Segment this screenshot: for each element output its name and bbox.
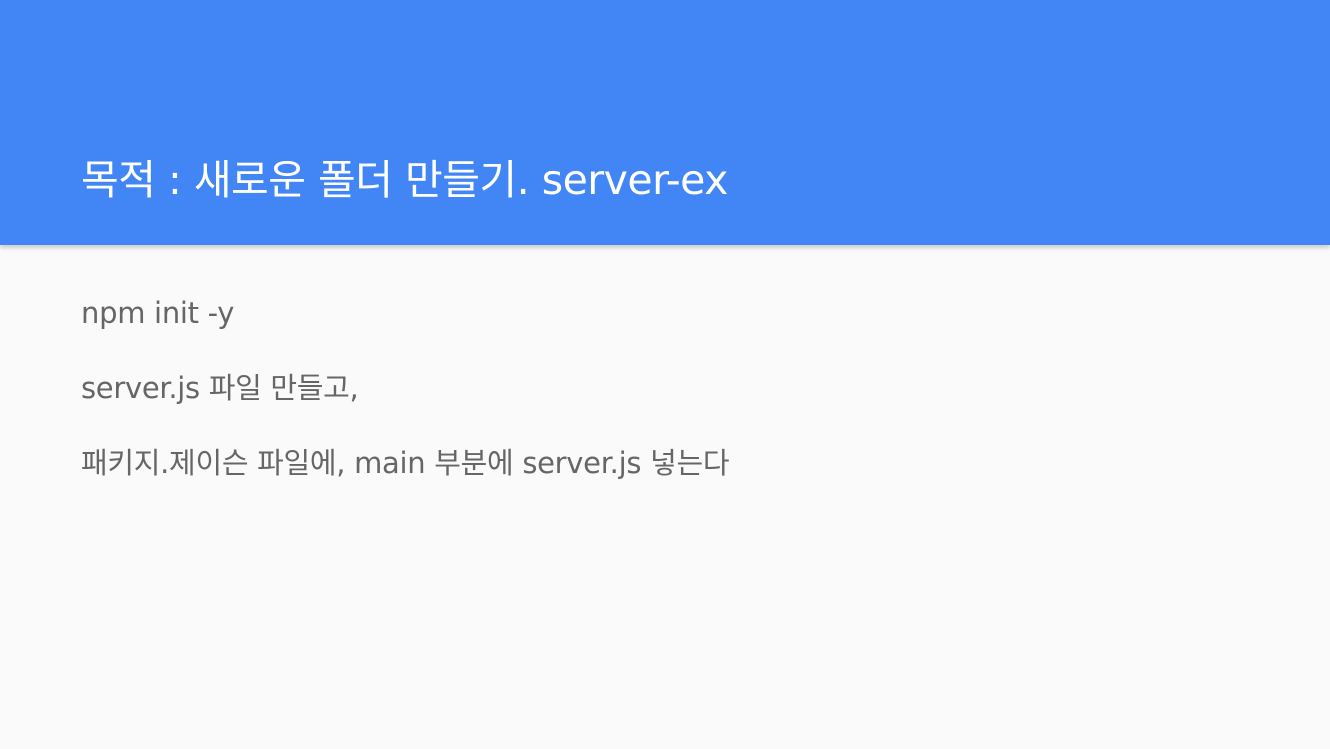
body-line-3: 패키지.제이슨 파일에, main 부분에 server.js 넣는다	[81, 446, 730, 480]
slide-header: 목적 : 새로운 폴더 만들기. server-ex	[0, 0, 1330, 245]
body-line-1: npm init -y	[81, 296, 235, 330]
slide: 목적 : 새로운 폴더 만들기. server-ex npm init -y s…	[0, 0, 1330, 749]
slide-body: npm init -y server.js 파일 만들고, 패키지.제이슨 파일…	[81, 292, 730, 517]
slide-title: 목적 : 새로운 폴더 만들기. server-ex	[81, 156, 728, 204]
body-line-2: server.js 파일 만들고,	[81, 371, 359, 405]
